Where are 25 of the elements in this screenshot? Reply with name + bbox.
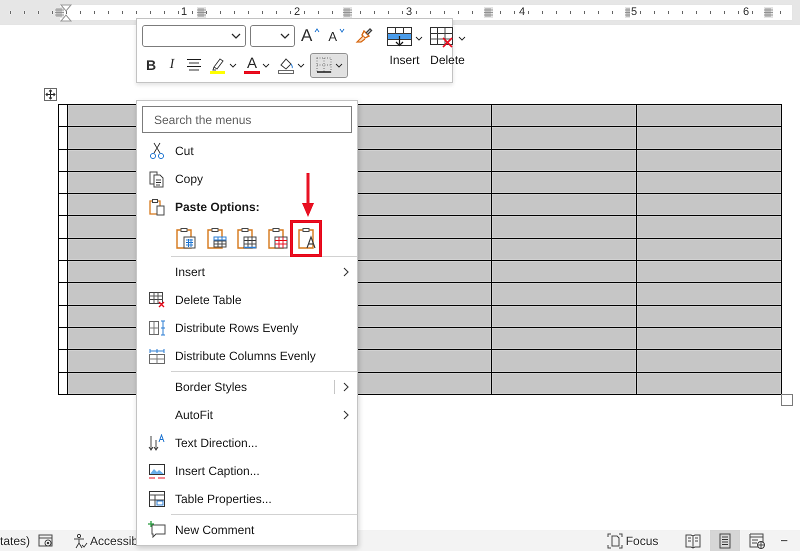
menu-item[interactable]: Copy (137, 165, 357, 193)
menu-item[interactable]: Insert Caption... (137, 457, 357, 485)
menu-item[interactable]: New Comment (137, 516, 357, 544)
menu-heading: Paste Options: (137, 193, 260, 221)
menu-item[interactable]: AutoFit (137, 401, 357, 429)
menu-item[interactable]: Border Styles (137, 373, 357, 401)
language-status[interactable]: tates) (0, 534, 30, 548)
font-color-button[interactable]: A (242, 53, 272, 77)
italic-button[interactable]: I (163, 53, 181, 77)
menu-item[interactable]: Distribute Columns Evenly (137, 342, 357, 370)
insert-button[interactable]: Insert (383, 24, 426, 79)
menu-item[interactable]: Delete Table (137, 286, 357, 314)
focus-button[interactable]: Focus (602, 530, 662, 551)
menu-item[interactable]: Text Direction... (137, 429, 357, 457)
grow-font-button[interactable]: A (299, 24, 322, 48)
menu-item[interactable]: Insert (137, 258, 357, 286)
search-field[interactable]: Search the menus (142, 106, 352, 133)
menu-item[interactable]: Table Properties... (137, 485, 357, 513)
ruler-number: 5 (630, 5, 638, 19)
shrink-font-button[interactable]: A (326, 24, 348, 48)
zoom-out-button[interactable]: − (780, 533, 788, 548)
bold-button[interactable]: B (142, 53, 160, 77)
menu-item[interactable]: Cut (137, 137, 357, 165)
menu-item[interactable]: Distribute Rows Evenly (137, 314, 357, 342)
delete-button[interactable]: Delete (426, 24, 470, 79)
